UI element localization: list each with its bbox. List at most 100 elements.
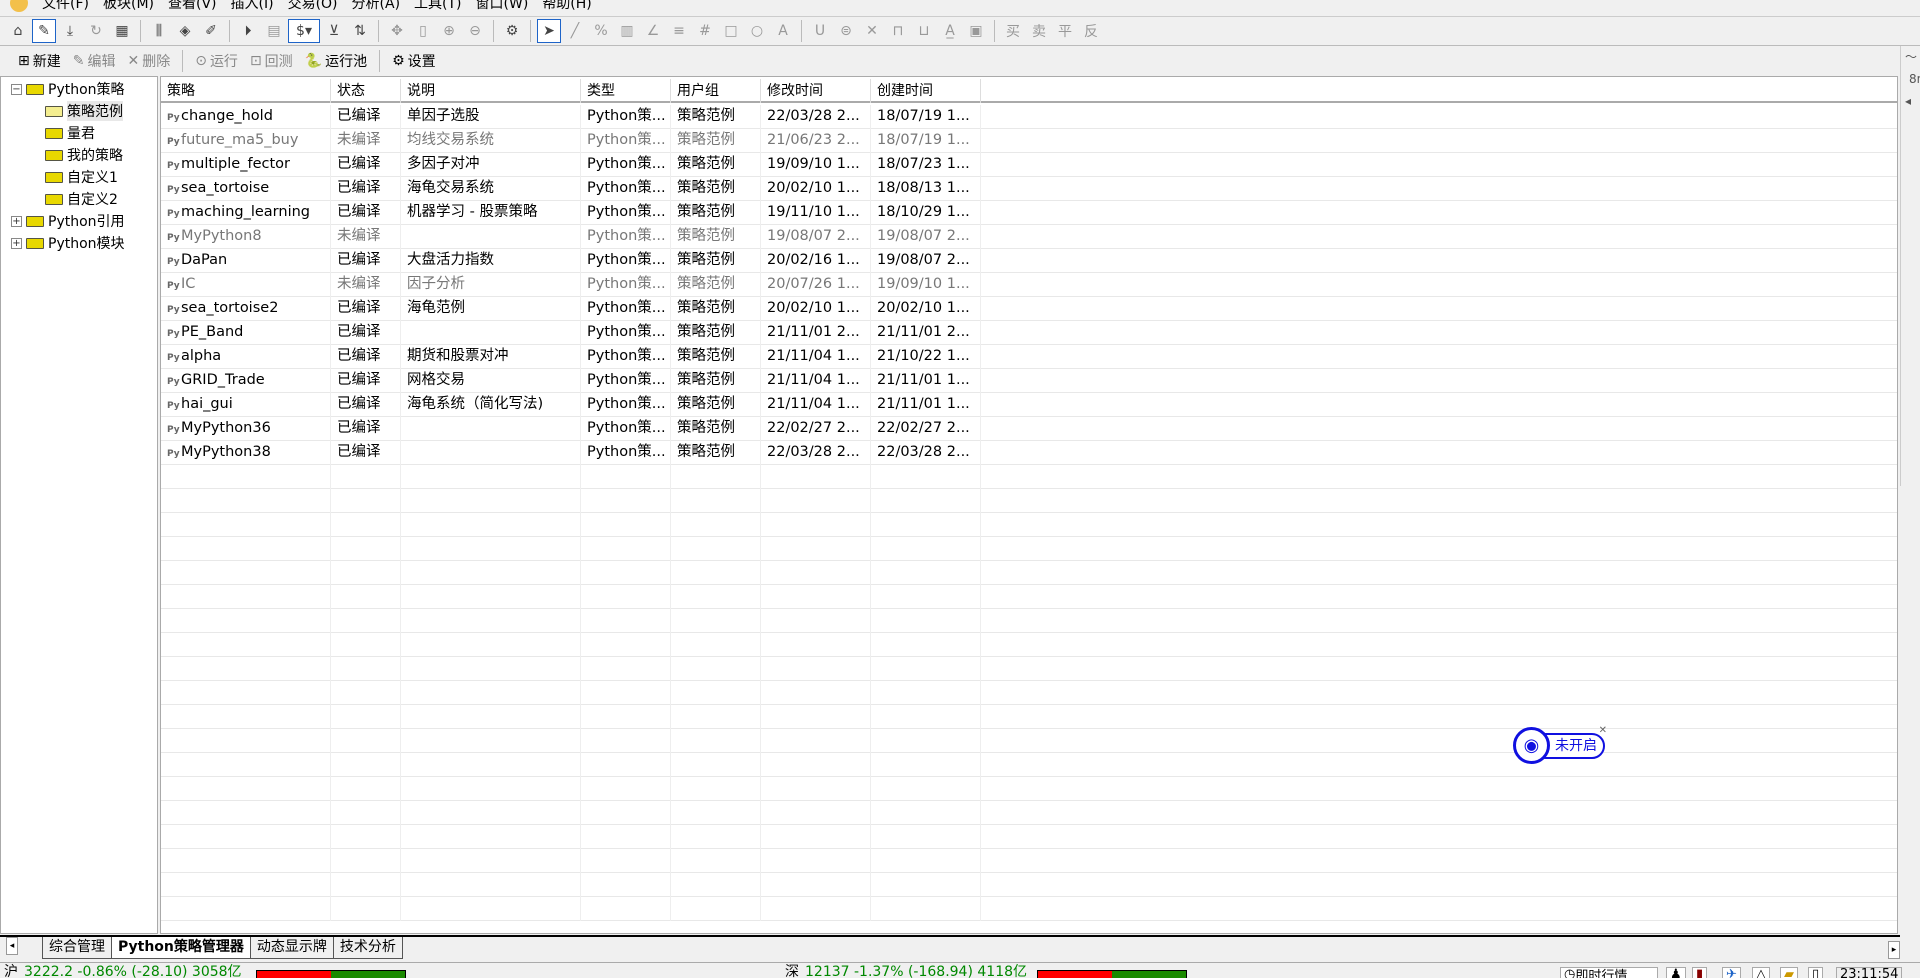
table-row[interactable]: Pymaching_learning 已编译 机器学习 - 股票策略 Python策.… <box>161 201 1897 225</box>
ruler-icon[interactable]: ▯ <box>411 19 435 43</box>
new-button[interactable]: ⊞ 新建 <box>14 51 65 71</box>
hline-icon[interactable]: ≡ <box>667 19 691 43</box>
table-row[interactable]: PyMyPython38 已编译 Python策... 策略范例 22/03/28 2.… <box>161 441 1897 465</box>
tree-node-examples[interactable]: 策略范例 <box>45 101 123 121</box>
reverse-button[interactable]: 反 <box>1079 19 1103 43</box>
table-row[interactable]: PyMyPython8 未编译 Python策... 策略范例 19/08/07 2..… <box>161 225 1897 249</box>
tree-node-python-ref[interactable]: + Python引用 <box>11 211 125 231</box>
status-widget[interactable]: ◉ 未开启 ✕ <box>1513 725 1607 764</box>
zoom-out-icon[interactable]: ⊖ <box>463 19 487 43</box>
line-icon[interactable]: ╱ <box>563 19 587 43</box>
expand-icon[interactable]: + <box>11 215 22 227</box>
column-header[interactable]: 修改时间 <box>761 79 871 103</box>
close-icon[interactable]: ✕ <box>860 19 884 43</box>
table-row[interactable]: Pyfuture_ma5_buy 未编译 均线交易系统 Python策... 策略范例 2… <box>161 129 1897 153</box>
run-button[interactable]: ⊙ 运行 <box>191 51 242 71</box>
filter-icon[interactable]: ⊻ <box>322 19 346 43</box>
menu-analysis[interactable]: 分析(A) <box>352 0 401 13</box>
table-row[interactable]: Pyalpha 已编译 期货和股票对冲 Python策... 策略范例 21/11/04 … <box>161 345 1897 369</box>
table-row[interactable]: Pysea_tortoise 已编译 海龟交易系统 Python策... 策略范例 20/… <box>161 177 1897 201</box>
delete-button[interactable]: ✕ 删除 <box>123 51 174 71</box>
rect-icon[interactable]: □ <box>719 19 743 43</box>
column-header[interactable]: 用户组 <box>671 79 761 103</box>
database-icon[interactable]: ▮ <box>1692 967 1708 978</box>
lock-icon[interactable]: ⊔ <box>912 19 936 43</box>
column-header[interactable]: 创建时间 <box>871 79 981 103</box>
tree-node-python-strategy[interactable]: − Python策略 <box>11 79 125 99</box>
menu-tools[interactable]: 工具(T) <box>414 0 461 13</box>
folder-icon[interactable]: ▰ <box>1780 967 1798 978</box>
alert-icon[interactable]: △ <box>1752 967 1770 978</box>
period-button[interactable]: 8n <box>1905 68 1920 90</box>
menu-window[interactable]: 窗口(W) <box>476 0 529 13</box>
grid-icon[interactable]: ▦ <box>110 19 134 43</box>
angle-icon[interactable]: ∠ <box>641 19 665 43</box>
ellipse-icon[interactable]: ○ <box>745 19 769 43</box>
tab-python-manager[interactable]: Python策略管理器 <box>111 937 251 959</box>
column-header[interactable]: 类型 <box>581 79 671 103</box>
table-row[interactable]: PyGRID_Trade 已编译 网格交易 Python策... 策略范例 21/11/0… <box>161 369 1897 393</box>
edit-icon[interactable]: ✐ <box>199 19 223 43</box>
collapse-icon[interactable]: − <box>11 83 22 95</box>
text-icon[interactable]: A <box>771 19 795 43</box>
tab-technical-analysis[interactable]: 技术分析 <box>332 937 403 959</box>
menu-sector[interactable]: 板块(M) <box>103 0 154 13</box>
buy-button[interactable]: 买 <box>1001 19 1025 43</box>
scroll-left-button[interactable]: ◂ <box>6 937 18 955</box>
color-icon[interactable]: A̲ <box>938 19 962 43</box>
table-row[interactable]: PyMyPython36 已编译 Python策... 策略范例 22/02/27 2.… <box>161 417 1897 441</box>
magnet-icon[interactable]: U <box>808 19 832 43</box>
expand-icon[interactable]: + <box>11 237 22 249</box>
table-row[interactable]: Pyhai_gui 已编译 海龟系统（简化写法) Python策... 策略范例 21/1… <box>161 393 1897 417</box>
close-icon[interactable]: ✕ <box>1599 725 1607 736</box>
sort-icon[interactable]: ⇅ <box>348 19 372 43</box>
column-header[interactable]: 状态 <box>331 79 401 103</box>
menu-view[interactable]: 查看(V) <box>168 0 217 13</box>
realtime-quote-button[interactable]: ◷ 即时行情 <box>1560 967 1658 978</box>
tree-node-custom1[interactable]: 自定义1 <box>45 167 118 187</box>
hash-icon[interactable]: # <box>693 19 717 43</box>
channel-icon[interactable]: ▥ <box>615 19 639 43</box>
gear-icon[interactable]: ⚙ <box>500 19 524 43</box>
run-pool-button[interactable]: 🐍 运行池 <box>301 51 371 71</box>
column-header[interactable]: 说明 <box>401 79 581 103</box>
download-icon[interactable]: ⤓ <box>58 19 82 43</box>
edit-button[interactable]: ✎ 编辑 <box>69 51 120 71</box>
close-position-button[interactable]: 平 <box>1053 19 1077 43</box>
menu-file[interactable]: 文件(F) <box>42 0 89 13</box>
backtest-button[interactable]: ⊡ 回测 <box>246 51 297 71</box>
table-row[interactable]: Pymultiple_fector 已编译 多因子对冲 Python策... 策略范例 1… <box>161 153 1897 177</box>
refresh-icon[interactable]: ↻ <box>84 19 108 43</box>
menu-help[interactable]: 帮助(H) <box>542 0 591 13</box>
tree-node-custom2[interactable]: 自定义2 <box>45 189 118 209</box>
chart-icon[interactable]: 〜 <box>1901 46 1920 68</box>
tab-overview[interactable]: 综合管理 <box>42 937 112 959</box>
table-row[interactable]: Pysea_tortoise2 已编译 海龟范例 Python策... 策略范例 20/0… <box>161 297 1897 321</box>
tree-node-python-module[interactable]: + Python模块 <box>11 233 125 253</box>
tree-node-liangjun[interactable]: 量君 <box>45 123 95 143</box>
table-row[interactable]: Pychange_hold 已编译 单因子选股 Python策... 策略范例 22/03… <box>161 105 1897 129</box>
table-row[interactable]: PyIC 未编译 因子分析 Python策... 策略范例 20/07/26 1... 19… <box>161 273 1897 297</box>
tree-node-my-strategy[interactable]: 我的策略 <box>45 145 123 165</box>
sell-button[interactable]: 卖 <box>1027 19 1051 43</box>
doc-icon[interactable]: ▤ <box>262 19 286 43</box>
home-icon[interactable]: ⌂ <box>6 19 30 43</box>
device-icon[interactable]: ▯ <box>1808 967 1824 978</box>
lock-open-icon[interactable]: ⊓ <box>886 19 910 43</box>
move-icon[interactable]: ✥ <box>385 19 409 43</box>
menu-insert[interactable]: 插入(I) <box>231 0 274 13</box>
menu-trade[interactable]: 交易(O) <box>288 0 338 13</box>
column-header[interactable]: 策略 <box>161 79 331 103</box>
pointer-icon[interactable]: ➤ <box>537 19 561 43</box>
diamond-icon[interactable]: ◈ <box>173 19 197 43</box>
network-icon[interactable]: ✈ <box>1722 967 1741 978</box>
bars-icon[interactable]: ⫼ <box>147 19 171 43</box>
percent-icon[interactable]: % <box>589 19 613 43</box>
save-icon[interactable]: ▣ <box>964 19 988 43</box>
zoom-in-icon[interactable]: ⊕ <box>437 19 461 43</box>
table-row[interactable]: PyPE_Band 已编译 Python策... 策略范例 21/11/01 2... 2… <box>161 321 1897 345</box>
pen-icon[interactable]: ✎ <box>32 19 56 43</box>
python-icon[interactable]: ♟ <box>1666 967 1686 978</box>
tab-dynamic-board[interactable]: 动态显示牌 <box>249 937 334 959</box>
scroll-right-button[interactable]: ▸ <box>1888 941 1900 959</box>
